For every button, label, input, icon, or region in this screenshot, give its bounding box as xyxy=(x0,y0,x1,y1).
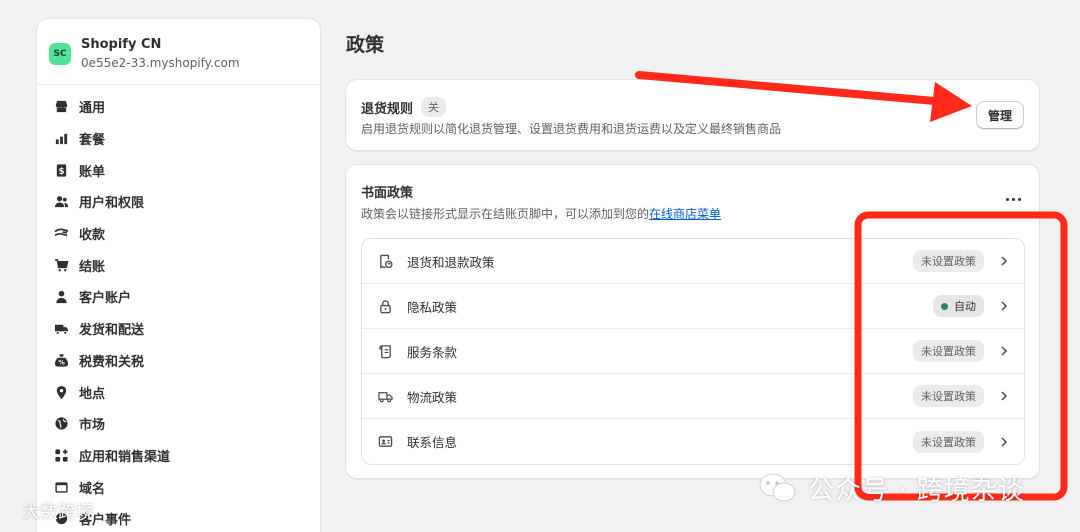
status-badge: 未设置政策 xyxy=(913,250,984,272)
sidebar-item-label: 税费和关税 xyxy=(79,354,145,370)
more-actions-button[interactable] xyxy=(1001,191,1025,207)
chevron-right-icon xyxy=(1001,436,1008,447)
policy-name: 联系信息 xyxy=(407,435,458,450)
sidebar-item-label: 域名 xyxy=(79,481,106,497)
sidebar-item-billing[interactable]: $ 账单 xyxy=(37,154,320,186)
svg-text:%: % xyxy=(58,359,65,367)
active-dot-icon xyxy=(941,302,948,310)
billing-icon: $ xyxy=(53,162,69,178)
chevron-right-icon xyxy=(1001,391,1008,401)
settings-sidebar: SC Shopify CN 0e55e2-33.myshopify.com 通用… xyxy=(36,18,321,532)
sidebar-item-label: 结账 xyxy=(79,259,106,275)
sidebar-item-locations[interactable]: 地点 xyxy=(37,376,320,408)
policy-name: 服务条款 xyxy=(407,344,458,360)
store-icon xyxy=(53,99,69,115)
policy-name: 退货和退款政策 xyxy=(407,254,495,270)
sidebar-item-apps[interactable]: 应用和销售渠道 xyxy=(37,440,320,472)
globe-icon xyxy=(53,416,69,432)
online-store-menu-link[interactable]: 在线商店菜单 xyxy=(649,207,721,221)
manage-button[interactable]: 管理 xyxy=(975,101,1024,129)
domain-icon xyxy=(53,479,69,495)
sidebar-item-users[interactable]: 用户和权限 xyxy=(37,186,320,218)
refund-receipt-icon xyxy=(377,253,393,269)
truck-icon xyxy=(53,321,69,337)
written-policies-title: 书面政策 xyxy=(361,186,414,201)
sidebar-item-label: 市场 xyxy=(79,418,106,434)
sidebar-item-plan[interactable]: 套餐 xyxy=(37,123,320,155)
status-badge: 未设置政策 xyxy=(913,340,984,362)
shipping-truck-icon xyxy=(377,388,393,404)
corner-watermark: 大数跨境 xyxy=(22,502,94,523)
store-header[interactable]: SC Shopify CN 0e55e2-33.myshopify.com xyxy=(37,19,320,85)
chevron-right-icon xyxy=(1001,301,1008,311)
users-icon xyxy=(53,194,69,210)
sidebar-item-label: 应用和销售渠道 xyxy=(79,449,171,465)
policy-row-shipping[interactable]: 物流政策 未设置政策 xyxy=(362,374,1024,419)
store-domain: 0e55e2-33.myshopify.com xyxy=(81,56,240,70)
sidebar-item-label: 通用 xyxy=(79,101,106,117)
plan-chart-icon xyxy=(53,131,69,147)
policy-row-terms[interactable]: 服务条款 未设置政策 xyxy=(362,329,1024,374)
sidebar-item-checkout[interactable]: 结账 xyxy=(37,249,320,281)
tax-bag-icon: % xyxy=(53,352,69,368)
store-avatar: SC xyxy=(49,42,71,65)
policy-list: 退货和退款政策 未设置政策 隐私政策 自动 服务条款 未设置政策 物流政策 未设… xyxy=(361,238,1025,465)
sidebar-item-general[interactable]: 通用 xyxy=(37,91,320,123)
sidebar-item-label: 发货和配送 xyxy=(79,323,145,339)
sidebar-item-markets[interactable]: 市场 xyxy=(37,408,320,440)
status-badge: 未设置政策 xyxy=(913,385,984,407)
status-label: 自动 xyxy=(954,300,976,313)
sidebar-item-label: 客户账户 xyxy=(79,291,132,307)
status-badge: 关 xyxy=(421,97,447,117)
sidebar-item-label: 收款 xyxy=(79,228,106,244)
location-pin-icon xyxy=(53,384,69,400)
policy-name: 物流政策 xyxy=(407,389,458,405)
return-rules-heading: 退货规则 关 xyxy=(361,97,447,117)
status-badge: 自动 xyxy=(933,295,984,317)
chevron-right-icon xyxy=(1001,256,1008,266)
description-text: 政策会以链接形式显示在结账页脚中，可以添加到您的 xyxy=(361,207,650,221)
watermark-text: 公众号 · 跨境杂谈 xyxy=(808,476,1025,506)
svg-text:$: $ xyxy=(58,166,64,176)
payments-icon xyxy=(53,226,69,242)
written-policies-card: 书面政策 政策会以链接形式显示在结账页脚中，可以添加到您的在线商店菜单 退货和退… xyxy=(345,164,1040,479)
sidebar-item-label: 用户和权限 xyxy=(79,196,145,212)
contact-card-icon xyxy=(377,434,393,450)
store-name: Shopify CN xyxy=(81,37,162,52)
sidebar-item-taxes[interactable]: % 税费和关税 xyxy=(37,345,320,377)
sidebar-item-label: 地点 xyxy=(79,386,106,402)
lock-icon xyxy=(377,298,393,314)
policy-name: 隐私政策 xyxy=(407,299,458,315)
wechat-logo-icon xyxy=(759,473,796,502)
sidebar-item-shipping[interactable]: 发货和配送 xyxy=(37,313,320,345)
sidebar-item-label: 账单 xyxy=(79,164,106,180)
person-icon xyxy=(53,289,69,305)
written-policies-description: 政策会以链接形式显示在结账页脚中，可以添加到您的在线商店菜单 xyxy=(361,205,721,222)
sidebar-item-payments[interactable]: 收款 xyxy=(37,218,320,250)
settings-nav: 通用 套餐 $ 账单 用户和权限 收款 结账 客户账户 发货和配送 % 税费和关… xyxy=(37,85,320,532)
page-title: 政策 xyxy=(346,34,385,56)
return-rules-card: 退货规则 关 启用退货规则以简化退货管理、设置退货费用和退货运费以及定义最终销售… xyxy=(345,79,1040,151)
terms-scroll-icon xyxy=(377,343,393,359)
cart-icon xyxy=(53,257,69,273)
status-badge: 未设置政策 xyxy=(913,430,984,453)
policy-row-refund[interactable]: 退货和退款政策 未设置政策 xyxy=(362,239,1024,284)
policy-row-privacy[interactable]: 隐私政策 自动 xyxy=(362,284,1024,329)
return-rules-title: 退货规则 xyxy=(361,101,414,117)
policy-row-contact[interactable]: 联系信息 未设置政策 xyxy=(362,419,1024,464)
return-rules-description: 启用退货规则以简化退货管理、设置退货费用和退货运费以及定义最终销售商品 xyxy=(361,122,782,136)
apps-icon xyxy=(53,447,69,463)
sidebar-item-customer-accounts[interactable]: 客户账户 xyxy=(37,281,320,313)
chevron-right-icon xyxy=(1001,346,1008,356)
sidebar-item-label: 套餐 xyxy=(79,133,106,149)
